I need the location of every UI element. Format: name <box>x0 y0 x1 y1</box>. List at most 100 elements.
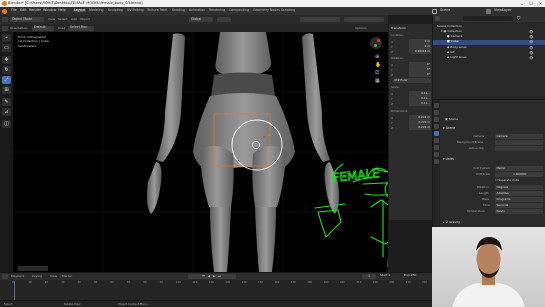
perspective-grid-icon[interactable]: ▦ <box>375 78 380 84</box>
outliner-search-input[interactable] <box>463 16 513 21</box>
background-scene-field[interactable] <box>495 140 543 145</box>
unit-scale-field[interactable]: 1.000000 <box>495 172 543 177</box>
unit-system-dropdown[interactable]: Metric <box>495 166 543 171</box>
modifier-tab-icon[interactable] <box>434 152 439 157</box>
pivot-snap-group[interactable] <box>217 17 231 22</box>
active-tool-icon[interactable] <box>2 25 8 31</box>
playback-menu[interactable]: Playback <box>11 275 24 278</box>
gravity-section-header[interactable]: ▸ ☑ Gravity <box>443 221 460 224</box>
outliner-row-collection[interactable]: ▾ ▣ Collection <box>441 30 462 33</box>
cursor-tool-icon[interactable]: ⌖ <box>2 34 11 42</box>
active-clip-field[interactable] <box>495 146 543 151</box>
visibility-toggles[interactable]: 👁 👁 👁 👁 👁 👁 <box>529 30 533 61</box>
scene-section-header[interactable]: ▾ Scene <box>443 126 455 130</box>
axis-x-icon[interactable] <box>377 39 380 42</box>
units-section-header[interactable]: ▾ Units <box>443 157 454 161</box>
navigation-gizmo[interactable] <box>370 37 382 49</box>
add-cube-tool-icon[interactable]: ◫ <box>2 120 11 128</box>
orientation-dropdown[interactable]: Default <box>32 25 54 31</box>
minimize-icon[interactable]: ─ <box>521 2 523 7</box>
rotate-tool-icon[interactable]: ↻ <box>2 66 11 74</box>
menu-file[interactable]: File <box>11 8 17 12</box>
maximize-icon[interactable]: ☐ <box>529 1 533 6</box>
output-tab-icon[interactable] <box>434 117 439 122</box>
tab-rendering[interactable]: Rendering <box>208 8 226 12</box>
shading-mode-buttons[interactable] <box>344 17 384 22</box>
pan-hand-icon[interactable]: ✋ <box>375 62 381 68</box>
header-object-menu[interactable]: Object <box>80 18 90 21</box>
transform-header[interactable]: Transform <box>391 27 406 30</box>
scale-z-field[interactable]: Z 0.11... <box>391 101 431 106</box>
render-tab-icon[interactable] <box>434 110 439 115</box>
move-tool-icon[interactable]: ✥ <box>2 56 11 64</box>
tab-sculpting[interactable]: Sculpting <box>107 8 124 12</box>
header-select-menu[interactable]: Select <box>58 18 67 21</box>
mode-dropdown[interactable]: Object Mode <box>10 17 44 22</box>
header-add-menu[interactable]: Add <box>71 18 77 21</box>
world-tab-icon[interactable] <box>434 138 439 143</box>
outliner-row-body-lines[interactable]: ◆ Body Lines <box>447 46 467 49</box>
overlay-toggles[interactable] <box>300 17 340 22</box>
tab-layout[interactable]: Layout <box>73 8 86 12</box>
tab-modeling[interactable]: Modeling <box>88 8 105 12</box>
length-dropdown[interactable]: Adaptive <box>495 191 543 196</box>
timeline-editor-icon[interactable] <box>2 274 8 279</box>
last-operator-panel[interactable] <box>18 266 48 271</box>
dim-z-field[interactable]: Z 0.222 m <box>391 125 431 130</box>
keying-menu[interactable]: Keying <box>32 275 42 278</box>
rotation-mode-dropdown[interactable]: XYZ Euler <box>391 78 431 83</box>
outliner-editor-icon[interactable] <box>435 16 440 21</box>
separate-units-checkbox[interactable]: ☐ Separate Units <box>495 179 519 182</box>
view-layer-tab-icon[interactable] <box>434 124 439 129</box>
playhead[interactable] <box>14 281 15 300</box>
editor-type-icon[interactable] <box>2 17 8 22</box>
marker-menu[interactable]: Marker <box>62 275 72 278</box>
scale-tool-icon[interactable]: ⤢ <box>2 76 11 84</box>
temperature-dropdown[interactable]: Kelvin <box>495 209 543 214</box>
end-frame-field[interactable]: End 250 <box>404 274 416 277</box>
camera-view-icon[interactable]: ⎚ <box>375 70 379 76</box>
tool-tab-icon[interactable] <box>434 103 439 108</box>
time-dropdown[interactable]: Seconds <box>495 203 543 208</box>
menu-help[interactable]: Help <box>58 8 66 12</box>
physics-tab-icon[interactable] <box>434 159 439 164</box>
transform-orientation-dropdown[interactable]: Global <box>189 17 213 22</box>
menu-edit[interactable]: Edit <box>20 8 27 12</box>
annotate-tool-icon[interactable]: ✎ <box>2 98 11 106</box>
close-window-icon[interactable]: ✕ <box>539 1 542 6</box>
current-frame-field[interactable]: 1 <box>362 274 376 279</box>
loc-z-field[interactable]: Z 0.98918 m <box>391 49 431 54</box>
tab-geometry-nodes[interactable]: Geometry Nodes <box>252 8 281 12</box>
view-layer-name[interactable]: ViewLayer <box>494 8 512 12</box>
gizmo-handle-y[interactable] <box>268 134 270 136</box>
tab-texture-paint[interactable]: Texture Paint <box>146 8 169 12</box>
zoom-icon[interactable]: ⊕ <box>375 54 379 60</box>
menu-window[interactable]: Window <box>43 8 56 12</box>
outliner-row-light-lines[interactable]: ◆ Light Lines <box>447 56 467 59</box>
tab-animation[interactable]: Animation <box>188 8 206 12</box>
header-view-menu[interactable]: View <box>48 18 55 21</box>
blender-menu-icon[interactable] <box>2 8 7 14</box>
outliner-row-camera[interactable]: ● Camera <box>447 35 462 38</box>
tab-shading[interactable]: Shading <box>171 8 186 12</box>
drag-dropdown[interactable]: Select Box <box>68 25 94 31</box>
timeline-ruler[interactable]: 0 10 20 30 40 50 60 70 80 90 100 110 120 130 140 150 160… <box>0 281 432 287</box>
playback-controls[interactable]: ⏮ ◀ ▶ ⏭ <box>188 274 236 279</box>
gizmo-handle-x[interactable] <box>263 136 265 138</box>
timeline-view-menu[interactable]: View <box>50 275 57 278</box>
menu-render[interactable]: Render <box>29 8 41 12</box>
3d-viewport[interactable]: FEMALE Front Orthographic (1) Collection… <box>13 32 388 272</box>
rotation-units-dropdown[interactable]: Degrees <box>495 185 543 190</box>
mass-dropdown[interactable]: Kilograms <box>495 197 543 202</box>
measure-tool-icon[interactable]: ⊿ <box>2 108 11 116</box>
camera-field[interactable]: Camera <box>495 134 543 139</box>
scene-collection-row[interactable]: Scene Collection <box>437 25 462 28</box>
outliner-row-gp[interactable]: ◆ GP <box>447 51 454 54</box>
scene-tab-icon[interactable] <box>434 131 439 136</box>
tab-uv-editing[interactable]: UV Editing <box>126 8 145 12</box>
options-menu[interactable]: Options <box>355 26 367 30</box>
object-tab-icon[interactable] <box>434 145 439 150</box>
scene-name[interactable]: Scene <box>440 8 450 12</box>
select-box-tool-icon[interactable]: ▭ <box>2 44 11 52</box>
start-frame-field[interactable]: Start 1 <box>380 274 390 277</box>
